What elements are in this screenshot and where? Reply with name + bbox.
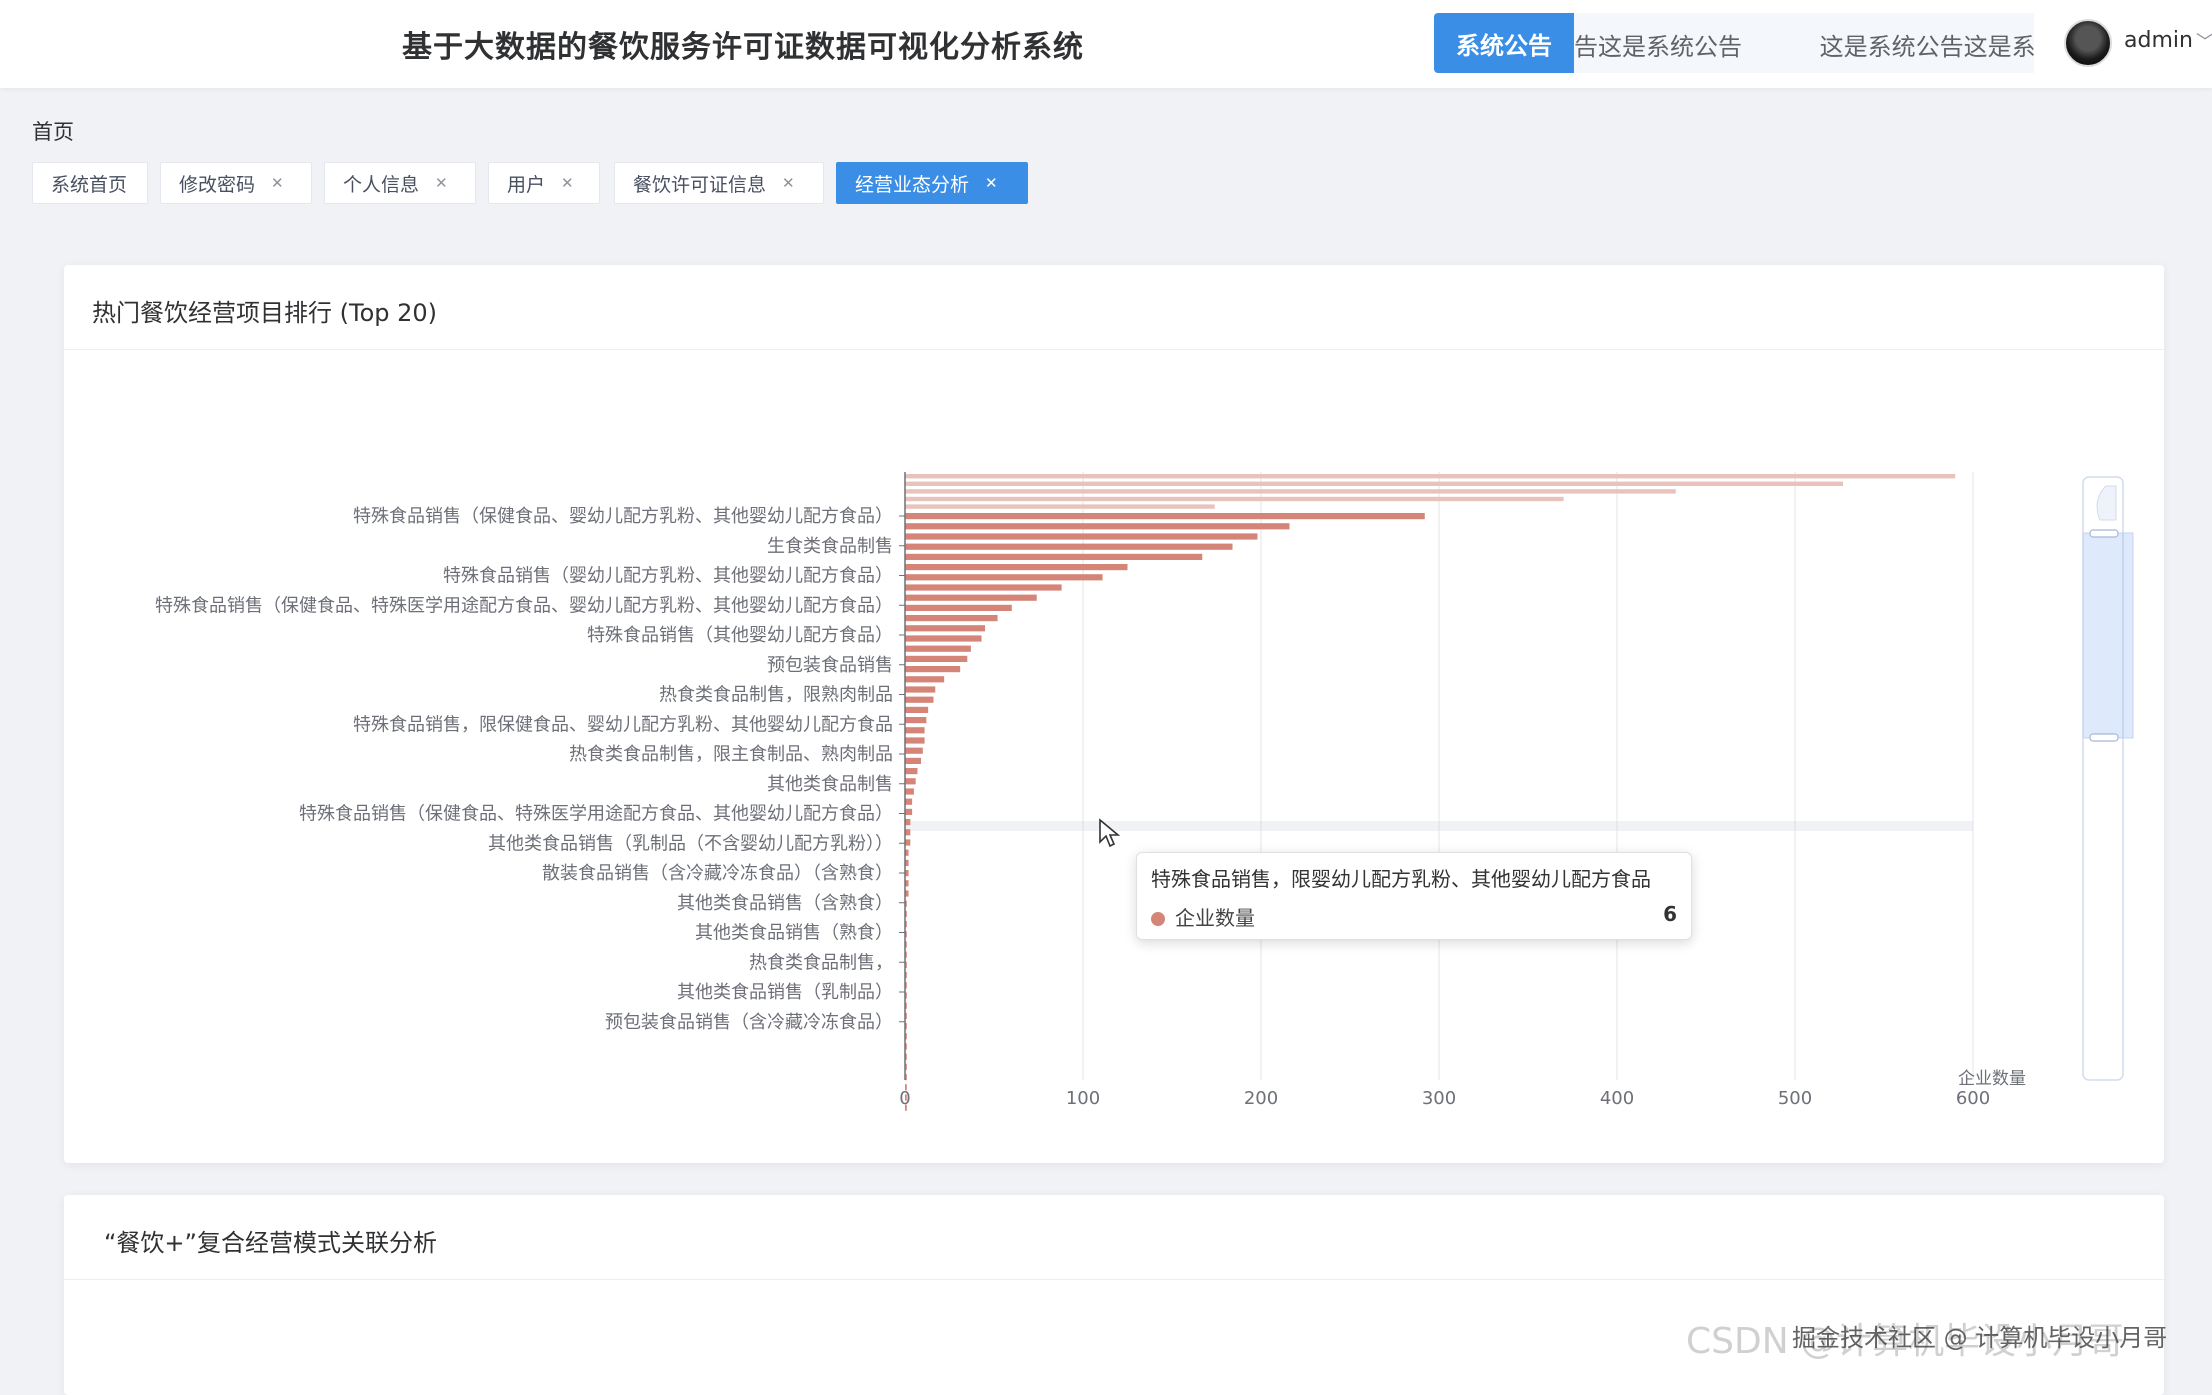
- bar: [905, 655, 968, 662]
- y-category-label: 特殊食品销售（保健食品、特殊医学用途配方食品、婴幼儿配方乳粉、其他婴幼儿配方食品…: [155, 595, 893, 616]
- bar: [905, 819, 911, 826]
- y-category-label: 生食类食品制售: [767, 536, 893, 557]
- y-category-label: 其他类食品制售: [767, 774, 893, 795]
- bar: [905, 533, 1258, 540]
- bar: [905, 737, 925, 744]
- y-category-label: 散装食品销售（含冷藏冷冻食品）（含熟食）: [542, 863, 893, 884]
- y-category-label: 特殊食品销售（保健食品、特殊医学用途配方食品、其他婴幼儿配方食品）: [299, 804, 893, 825]
- y-category-label: 热食类食品制售，: [749, 952, 893, 973]
- y-category-label: 其他类食品销售（熟食）: [695, 923, 893, 944]
- bar: [905, 604, 1012, 611]
- series-dot-icon: [1151, 912, 1165, 926]
- zoom-window: [2082, 532, 2134, 739]
- bar: [905, 615, 998, 622]
- bar: [905, 717, 927, 724]
- data-zoom-slider[interactable]: [2082, 476, 2134, 1081]
- bar: [905, 696, 934, 703]
- tooltip-series-name: 企业数量: [1175, 906, 1255, 930]
- zoom-handle-bottom: [2089, 733, 2119, 742]
- y-category-label: 预包装食品销售（含冷藏冷冻食品）: [605, 1012, 893, 1033]
- y-category-label: 预包装食品销售: [767, 655, 893, 676]
- hover-highlight: [905, 821, 1973, 831]
- x-tick-label: 600: [1956, 1088, 1990, 1109]
- y-category-label: 特殊食品销售（其他婴幼儿配方食品）: [587, 625, 893, 646]
- y-category-label: 特殊食品销售（婴幼儿配方乳粉、其他婴幼儿配方食品）: [443, 566, 893, 587]
- bar: [905, 513, 1425, 520]
- y-category-label: 其他类食品销售（乳制品）: [677, 982, 893, 1003]
- y-category-label: 热食类食品制售，限熟肉制品: [659, 685, 893, 706]
- bar: [905, 798, 913, 805]
- y-category-label: 特殊食品销售（保健食品、婴幼儿配方乳粉、其他婴幼儿配方食品）: [353, 506, 893, 527]
- tooltip-row: 企业数量 6: [1151, 902, 1677, 931]
- tooltip-title: 特殊食品销售，限婴幼儿配方乳粉、其他婴幼儿配方食品: [1151, 867, 1651, 891]
- bar-faded: [905, 504, 1215, 509]
- bar: [905, 625, 986, 632]
- bar: [905, 829, 911, 836]
- bar: [905, 768, 918, 775]
- bar: [905, 635, 982, 642]
- bar-faded: [905, 496, 1564, 502]
- chart-tooltip: 特殊食品销售，限婴幼儿配方乳粉、其他婴幼儿配方食品 企业数量 6: [1136, 852, 1692, 940]
- bar: [905, 645, 971, 652]
- bar: [905, 574, 1103, 581]
- x-axis-label: 企业数量: [1958, 1069, 2026, 1089]
- juejin-watermark: 掘金技术社区 @ 计算机毕设小月哥: [1792, 1324, 2168, 1352]
- x-tick-label: 400: [1600, 1088, 1634, 1109]
- chart-bars: [905, 474, 1956, 1111]
- chart-grid: [905, 472, 1974, 1080]
- y-category-label: 其他类食品销售（含熟食）: [677, 893, 893, 914]
- y-category-label: 热食类食品制售，限主食制品、熟肉制品: [569, 744, 893, 765]
- y-category-label: 其他类食品销售（乳制品（不含婴幼儿配方乳粉））: [488, 833, 893, 854]
- bar: [905, 788, 914, 795]
- zoom-handle-top: [2089, 529, 2119, 538]
- bar: [905, 564, 1128, 571]
- bar: [905, 523, 1290, 530]
- bar-faded: [905, 489, 1676, 494]
- bar: [905, 727, 925, 734]
- x-tick-label: 500: [1778, 1088, 1812, 1109]
- bar: [905, 553, 1203, 560]
- bar: [905, 706, 929, 713]
- tooltip-value: 6: [1663, 902, 1677, 926]
- x-tick-label: 300: [1422, 1088, 1456, 1109]
- y-category-label: 特殊食品销售，限保健食品、婴幼儿配方乳粉、其他婴幼儿配方食品: [353, 714, 893, 735]
- bar: [905, 594, 1037, 601]
- bar: [905, 686, 936, 693]
- business-ranking-chart: 0 100 200 300 400 500 600企业数量 特殊食品销售（保健食品、婴幼儿配…: [155, 472, 2134, 1111]
- bar: [905, 839, 911, 846]
- bar: [905, 747, 923, 754]
- bar: [905, 543, 1233, 550]
- x-tick-label: 0: [899, 1088, 910, 1109]
- mouse-pointer-icon: [1099, 818, 1121, 848]
- bar-faded: [905, 474, 1956, 479]
- bar: [905, 757, 922, 764]
- bar: [905, 808, 913, 815]
- bar: [905, 666, 961, 673]
- bar: [905, 778, 916, 785]
- chart-category-labels: 特殊食品销售（保健食品、婴幼儿配方乳粉、其他婴幼儿配方食品） 生食类食品制售特殊食…: [155, 506, 893, 1033]
- x-tick-label: 100: [1066, 1088, 1100, 1109]
- bar: [905, 584, 1062, 591]
- x-tick-label: 200: [1244, 1088, 1278, 1109]
- bar: [905, 676, 945, 683]
- bar-faded: [905, 481, 1844, 486]
